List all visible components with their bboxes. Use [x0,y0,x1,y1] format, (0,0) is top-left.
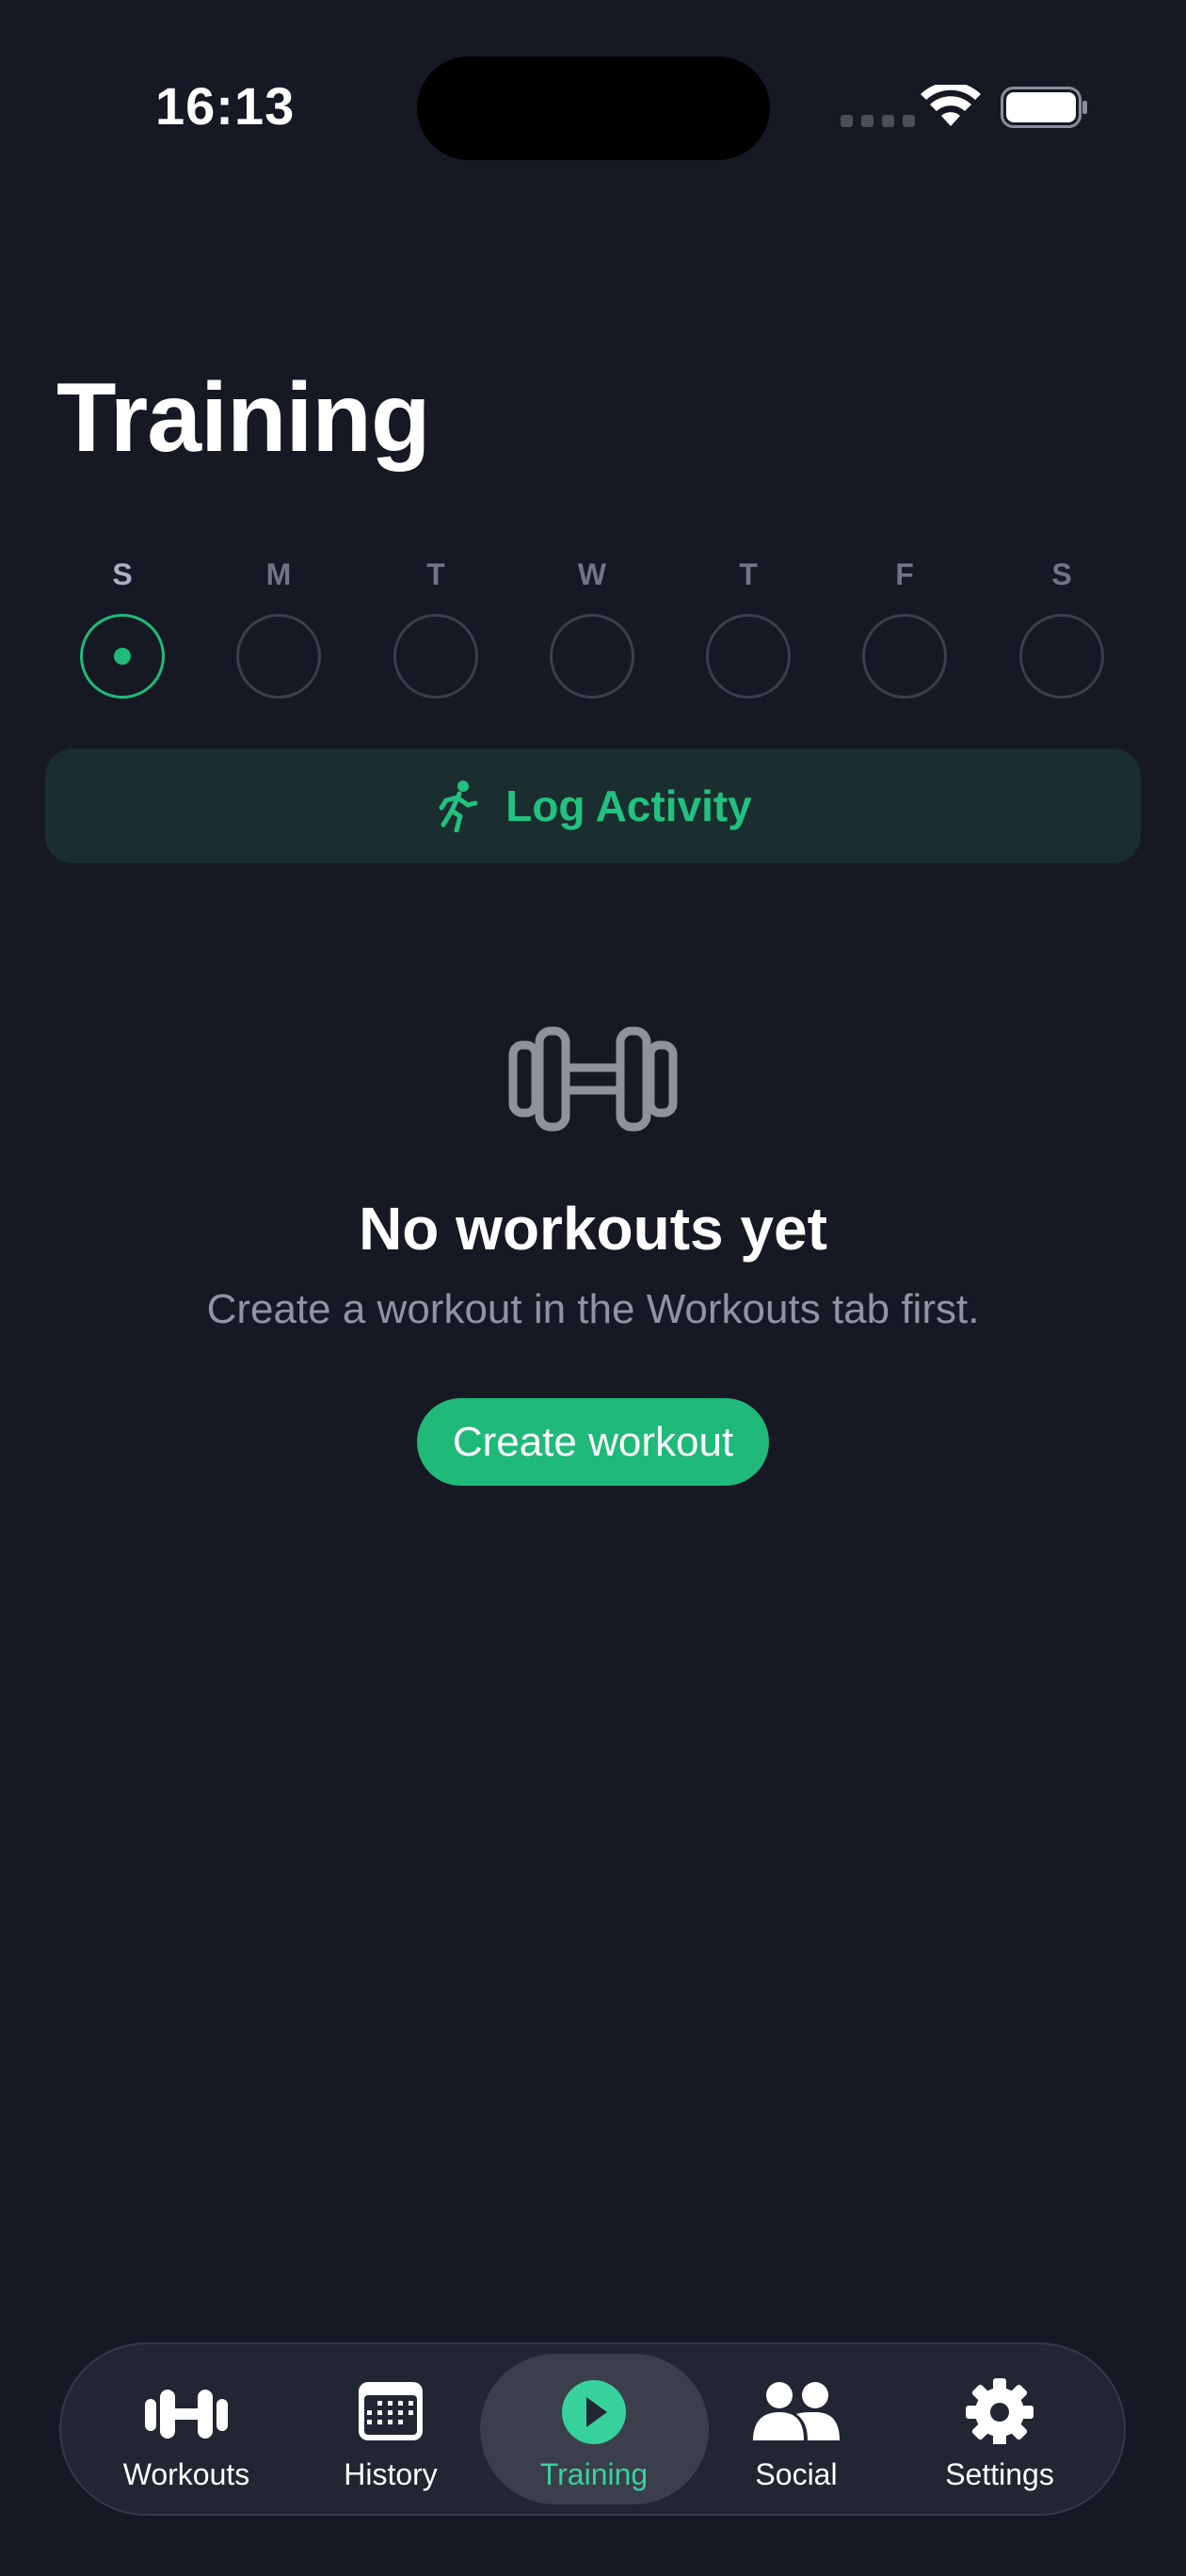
tab-label: Settings [945,2457,1054,2491]
week-strip: S M T W T F S [0,555,1186,706]
dynamic-island [417,56,770,160]
dumbbell-icon [508,1026,678,1132]
day-circle [862,614,947,699]
day-circle [80,614,165,699]
day-circle [393,614,478,699]
gear-icon [966,2378,1034,2444]
today-dot [114,648,131,665]
tab-training[interactable]: Training [500,2344,688,2514]
battery-icon [1001,87,1087,128]
tab-workouts[interactable]: Workouts [92,2344,280,2514]
day-letter: T [426,557,445,591]
wifi-icon [921,85,981,126]
tab-history[interactable]: History [296,2344,485,2514]
play-icon [562,2380,626,2444]
day-saturday[interactable]: S [1015,555,1109,699]
day-friday[interactable]: F [857,555,952,699]
day-circle [550,614,634,699]
calendar-icon [359,2382,423,2440]
day-letter: S [1051,557,1072,591]
tab-label: History [344,2457,438,2491]
log-activity-label: Log Activity [505,781,752,830]
cellular-signal-icon [841,115,915,127]
tab-label: Training [539,2457,649,2491]
day-letter: W [577,557,607,591]
tab-bar: Workouts History Training Social Setting… [59,2343,1126,2516]
day-sunday[interactable]: S [75,555,169,699]
tab-label: Social [755,2457,838,2491]
day-letter: F [895,557,914,591]
day-circle [706,614,791,699]
status-time: 16:13 [155,76,296,136]
runner-icon [439,781,478,832]
tab-label: Workouts [122,2457,250,2491]
page-title: Training [56,363,430,473]
day-circle [236,614,321,699]
day-letter: M [265,557,292,591]
tab-settings[interactable]: Settings [906,2344,1094,2514]
day-tuesday[interactable]: T [389,555,483,699]
tab-social[interactable]: Social [702,2344,890,2514]
people-icon [753,2382,840,2440]
create-workout-button[interactable]: Create workout [417,1398,769,1486]
empty-state-title: No workouts yet [359,1195,827,1263]
day-wednesday[interactable]: W [545,555,639,699]
day-circle [1019,614,1104,699]
training-screen: 16:13 Training S M T W T F S Log Activit… [0,0,1186,2576]
empty-state-subtitle: Create a workout in the Workouts tab fir… [206,1286,980,1332]
dumbbell-icon [145,2390,228,2439]
day-monday[interactable]: M [232,555,326,699]
day-letter: S [112,557,133,591]
day-thursday[interactable]: T [701,555,795,699]
day-letter: T [739,557,758,591]
log-activity-button[interactable]: Log Activity [45,749,1141,863]
